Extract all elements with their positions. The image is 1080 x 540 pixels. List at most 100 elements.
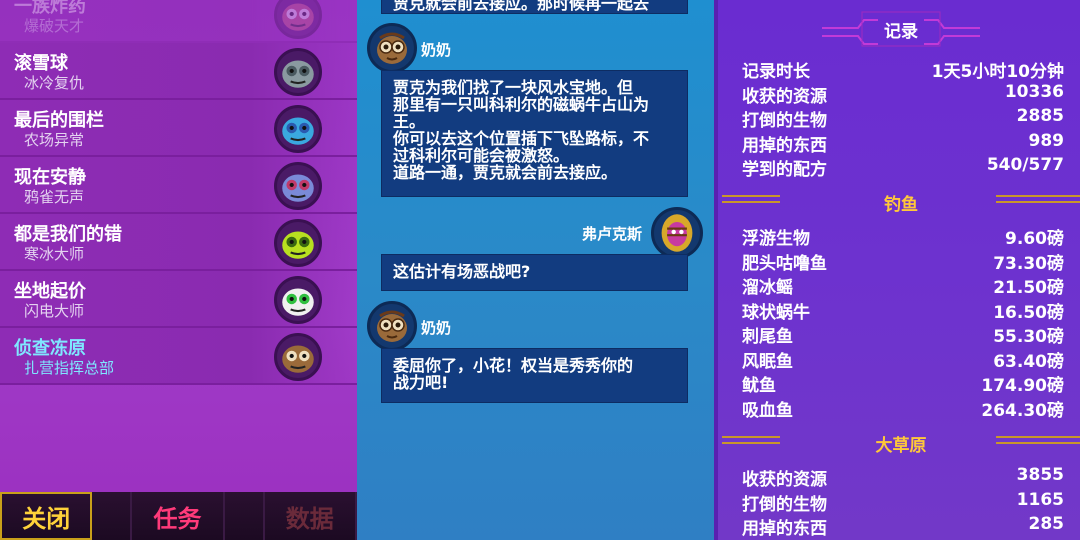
quest-item[interactable]: 坐地起价 闪电大师 — [0, 271, 357, 328]
chat-line: 你可以去这个位置插下飞坠路标，不 — [393, 129, 650, 148]
quest-avatar — [274, 333, 322, 381]
section-title: 大草原 — [875, 436, 927, 456]
creature-gray-icon — [282, 60, 314, 88]
section-title: 钓鱼 — [884, 195, 918, 215]
stat-label: 用掉的东西 — [742, 519, 827, 539]
quest-subtitle: 寒冰大师 — [24, 245, 85, 263]
stat-value: 264.30磅 — [981, 400, 1064, 421]
dialogue-panel[interactable]: 贾克就会前去接应。那时候再一起去 奶奶 贾克为我们找了一块风水宝地。但 那里有一只… — [357, 0, 714, 540]
grandma-avatar — [367, 301, 417, 351]
flux-icon — [661, 214, 693, 252]
stat-row: 收获的资源 3855 — [742, 465, 1064, 490]
stat-value: 73.30磅 — [993, 253, 1064, 274]
stat-row: 用掉的东西 989 — [742, 130, 1065, 156]
chat-line: 王。 — [393, 112, 426, 131]
stat-label: 刺尾鱼 — [742, 327, 793, 347]
quest-item[interactable]: 都是我们的错 寒冰大师 — [0, 214, 357, 271]
section-fishing: 钓鱼 — [718, 186, 1080, 216]
stat-value: 55.30磅 — [993, 327, 1064, 347]
quest-panel: 一族炸药 爆破天才 滚雪球 冰冷复仇 最后的围栏 农场异常 现在安静 鸦雀无声 都是我们的错 寒冰… — [0, 0, 357, 540]
chat-line: 贾克为我们找了一块风水宝地。但 — [393, 78, 634, 97]
stat-label: 学到的配方 — [742, 160, 827, 180]
stat-value: 2885 — [1016, 106, 1064, 126]
stat-value: 1天5小时10分钟 — [931, 62, 1064, 82]
chat-bubble-partial: 贾克就会前去接应。那时候再一起去 — [381, 0, 688, 14]
quest-subtitle: 闪电大师 — [24, 302, 85, 320]
stat-row: 收获的资源 10336 — [742, 81, 1064, 107]
quest-item[interactable]: 一族炸药 爆破天才 — [0, 0, 357, 43]
stat-label: 打倒的生物 — [742, 494, 827, 515]
quest-avatar — [274, 105, 322, 153]
quest-avatar — [274, 276, 322, 324]
quest-avatar — [274, 0, 322, 39]
stat-value: 285 — [1028, 514, 1065, 534]
flux-avatar — [651, 207, 703, 259]
stat-value: 989 — [1028, 130, 1065, 151]
stat-label: 肥头咕噜鱼 — [742, 253, 827, 274]
grandma-icon — [377, 310, 407, 342]
stat-row: 打倒的生物 2885 — [742, 106, 1064, 131]
chat-text: 贾克就会前去接应。那时候再一起去 — [393, 0, 650, 13]
stat-row: 打倒的生物 1165 — [742, 489, 1064, 515]
quest-subtitle: 鸦雀无声 — [24, 188, 85, 206]
stat-value: 540/577 — [986, 155, 1064, 175]
close-button[interactable]: 关闭 — [0, 492, 93, 540]
quest-avatar — [274, 162, 322, 210]
tab-divider — [224, 492, 265, 540]
quest-subtitle: 冰冷复仇 — [24, 74, 85, 92]
quest-subtitle: 扎营指挥总部 — [24, 359, 115, 377]
stat-row: 学到的配方 540/577 — [742, 155, 1064, 180]
stat-value: 63.40磅 — [993, 351, 1064, 372]
tab-divider — [92, 492, 133, 540]
chat-line: 那里有一只叫科利尔的磁蜗牛占山为 — [393, 95, 650, 114]
stat-label: 收获的资源 — [742, 86, 827, 107]
stat-row: 肥头咕噜鱼 73.30磅 — [742, 249, 1064, 274]
quest-item[interactable]: 滚雪球 冰冷复仇 — [0, 43, 357, 100]
quest-list: 一族炸药 爆破天才 滚雪球 冰冷复仇 最后的围栏 农场异常 现在安静 鸦雀无声 都是我们的错 寒冰… — [0, 0, 357, 385]
quest-item[interactable]: 最后的围栏 农场异常 — [0, 100, 357, 157]
chat-line: 过科利尔可能会被激怒。 — [393, 146, 570, 165]
stat-label: 记录时长 — [742, 62, 810, 82]
stat-label: 浮游生物 — [742, 229, 810, 249]
stat-value: 174.90磅 — [981, 376, 1064, 396]
quest-item[interactable]: 现在安静 鸦雀无声 — [0, 157, 357, 214]
quest-subtitle: 爆破天才 — [24, 17, 85, 35]
tab-mission[interactable]: 任务 — [132, 492, 225, 540]
stat-row: 浮游生物 9.60磅 — [742, 224, 1064, 249]
records-panel[interactable]: 记录 记录时长 1天5小时10分钟收获的资源 10336 打倒的生物 2885 用掉的东西… — [714, 0, 1080, 540]
section-grassland: 大草原 — [718, 427, 1080, 457]
stat-value: 16.50磅 — [993, 302, 1064, 323]
stat-value: 10336 — [1004, 81, 1064, 102]
chat-text: 这估计有场恶战吧? — [393, 262, 531, 281]
stat-label: 溜冰鳐 — [742, 278, 793, 298]
creature-green-icon — [282, 231, 314, 259]
stat-row: 鱿鱼 174.90磅 — [742, 371, 1064, 396]
stat-row: 刺尾鱼 55.30磅 — [742, 322, 1064, 347]
quest-avatar — [274, 48, 322, 96]
speaker-name: 奶奶 — [421, 319, 452, 337]
grandma-icon — [377, 32, 407, 64]
tab-data[interactable]: 数据 — [264, 492, 357, 540]
stat-label: 鱿鱼 — [742, 376, 776, 396]
stat-row: 球状蜗牛 16.50磅 — [742, 298, 1064, 323]
creature-purple-icon — [282, 174, 314, 202]
stat-label: 收获的资源 — [742, 470, 827, 490]
chat-bubble: 贾克为我们找了一块风水宝地。但 那里有一只叫科利尔的磁蜗牛占山为 王。 你可以去这个位… — [381, 70, 688, 197]
speaker-name: 弗卢克斯 — [582, 225, 643, 243]
grandma-icon — [282, 345, 314, 373]
chat-line: 委屈你了，小花！权当是秀秀你的 — [393, 356, 634, 375]
stat-label: 风眠鱼 — [742, 351, 793, 372]
chat-line: 战力吧! — [393, 373, 449, 392]
stat-row: 用掉的东西 285 — [742, 514, 1065, 539]
stat-row: 溜冰鳐 21.50磅 — [742, 273, 1064, 298]
stat-row: 记录时长 1天5小时10分钟 — [742, 57, 1064, 82]
stat-value: 1165 — [1016, 489, 1064, 510]
stat-label: 用掉的东西 — [742, 135, 827, 156]
records-title: 记录 — [884, 22, 918, 42]
quest-item[interactable]: 侦查冻原 扎营指挥总部 — [0, 328, 357, 385]
chat-bubble: 委屈你了，小花！权当是秀秀你的 战力吧! — [381, 348, 688, 403]
creature-red-icon — [282, 3, 314, 31]
stat-label: 打倒的生物 — [742, 111, 827, 131]
chat-text: 委屈你了，小花！权当是秀秀你的 战力吧! — [393, 357, 677, 391]
creature-white-icon — [282, 288, 314, 316]
